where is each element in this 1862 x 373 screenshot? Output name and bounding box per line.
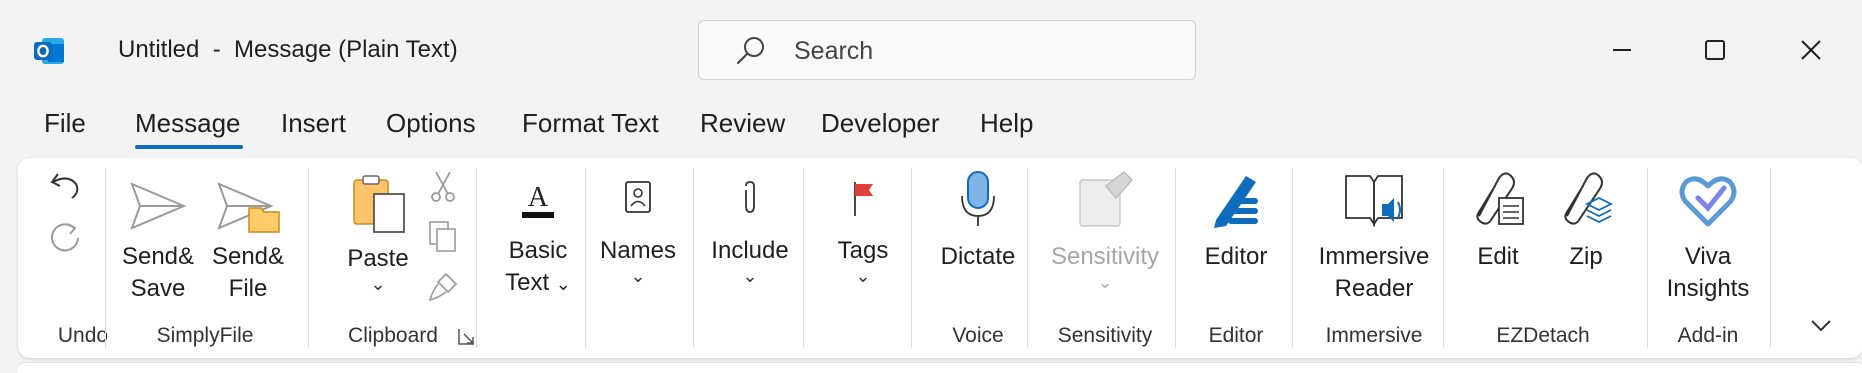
group-separator <box>1770 168 1771 348</box>
include-button[interactable]: Include ⌄ <box>708 176 792 285</box>
close-button[interactable] <box>1791 30 1831 70</box>
group-separator <box>1647 168 1648 348</box>
group-separator <box>693 168 694 348</box>
group-separator <box>476 168 477 348</box>
copy-icon[interactable] <box>426 220 460 254</box>
group-separator <box>308 168 309 348</box>
cut-icon[interactable] <box>426 170 460 204</box>
sensitivity-icon <box>1079 171 1134 227</box>
ribbon: Undo Send& Save Send& File SimplyFile Pa… <box>18 158 1862 358</box>
names-button[interactable]: Names ⌄ <box>598 176 678 285</box>
group-label-simplyfile: SimplyFile <box>156 324 254 347</box>
dialog-launcher-icon[interactable] <box>456 326 478 348</box>
tab-insert[interactable]: Insert <box>281 108 346 139</box>
group-separator <box>1292 168 1293 348</box>
attachment-edit-icon <box>1476 172 1524 225</box>
tags-button[interactable]: Tags ⌄ <box>828 176 898 285</box>
group-separator <box>1175 168 1176 348</box>
send-save-button[interactable]: Send& Save <box>118 178 198 305</box>
group-label-editor: Editor <box>1208 324 1264 347</box>
font-color-icon: A <box>522 182 554 218</box>
search-placeholder: Search <box>794 37 874 65</box>
sensitivity-button[interactable]: Sensitivity ⌄ <box>1040 168 1170 291</box>
close-icon <box>1801 40 1821 60</box>
ezdetach-edit-button[interactable]: Edit <box>1458 168 1538 273</box>
address-book-icon <box>625 181 651 213</box>
send-file-icon <box>217 182 280 233</box>
maximize-icon <box>1705 40 1725 60</box>
minimize-icon <box>1613 49 1631 51</box>
editor-button[interactable]: Editor <box>1186 168 1286 273</box>
chevron-down-icon: ⌄ <box>855 266 871 286</box>
search-box[interactable]: Search <box>698 20 1196 80</box>
minimize-button[interactable] <box>1602 30 1642 70</box>
send-file-button[interactable]: Send& File <box>208 178 288 305</box>
group-label-voice: Voice <box>952 324 1004 347</box>
chevron-down-icon: ⌄ <box>742 266 758 286</box>
outlook-icon[interactable] <box>32 34 66 68</box>
basic-text-button[interactable]: A Basic Text ⌄ <box>488 176 588 300</box>
send-icon <box>130 182 187 230</box>
group-separator <box>1443 168 1444 348</box>
attachment-zip-icon <box>1564 172 1614 225</box>
tab-review[interactable]: Review <box>700 108 785 139</box>
chevron-down-icon: ⌄ <box>630 266 646 286</box>
attach-icon <box>745 181 755 213</box>
group-separator <box>911 168 912 348</box>
editor-icon <box>1214 176 1258 228</box>
flag-icon <box>854 182 873 216</box>
chevron-down-icon: ⌄ <box>1097 272 1113 292</box>
paste-icon <box>353 175 405 233</box>
paste-button[interactable]: Paste ⌄ <box>336 172 420 293</box>
group-label-immersive: Immersive <box>1325 324 1423 347</box>
redo-icon[interactable] <box>46 218 86 258</box>
group-label-clipboard: Clipboard <box>348 324 438 347</box>
ezdetach-zip-button[interactable]: Zip <box>1546 168 1626 273</box>
group-label-ezdetach: EZDetach <box>1496 324 1590 347</box>
svg-text:A: A <box>528 182 549 213</box>
microphone-icon <box>961 171 995 226</box>
group-separator <box>105 168 106 348</box>
group-separator <box>585 168 586 348</box>
ribbon-display-options-icon[interactable] <box>1806 310 1836 340</box>
group-label-undo: Undo <box>57 324 109 347</box>
group-separator <box>1027 168 1028 348</box>
undo-icon[interactable] <box>46 166 86 206</box>
chevron-down-icon: ⌄ <box>555 274 571 294</box>
dictate-button[interactable]: Dictate <box>928 168 1028 273</box>
window-title: Untitled - Message (Plain Text) <box>118 36 458 63</box>
tab-options[interactable]: Options <box>386 108 476 139</box>
format-painter-icon[interactable] <box>426 270 460 304</box>
message-body-edge <box>18 362 1862 373</box>
active-tab-indicator <box>135 145 243 149</box>
group-label-addin: Add-in <box>1677 324 1739 347</box>
search-icon <box>735 35 767 67</box>
tab-file[interactable]: File <box>44 108 86 139</box>
title-bar: Untitled - Message (Plain Text) Search <box>0 0 1862 100</box>
tab-message[interactable]: Message <box>135 108 241 139</box>
tab-developer[interactable]: Developer <box>821 108 940 139</box>
tab-help[interactable]: Help <box>980 108 1033 139</box>
viva-insights-button[interactable]: Viva Insights <box>1658 168 1758 305</box>
group-label-sensitivity: Sensitivity <box>1057 324 1153 347</box>
immersive-reader-icon <box>1345 175 1403 227</box>
chevron-down-icon: ⌄ <box>370 274 386 294</box>
viva-insights-icon <box>1679 176 1737 227</box>
tab-format-text[interactable]: Format Text <box>522 108 659 139</box>
immersive-reader-button[interactable]: Immersive Reader <box>1304 168 1444 305</box>
group-separator <box>803 168 804 348</box>
maximize-button[interactable] <box>1695 30 1735 70</box>
